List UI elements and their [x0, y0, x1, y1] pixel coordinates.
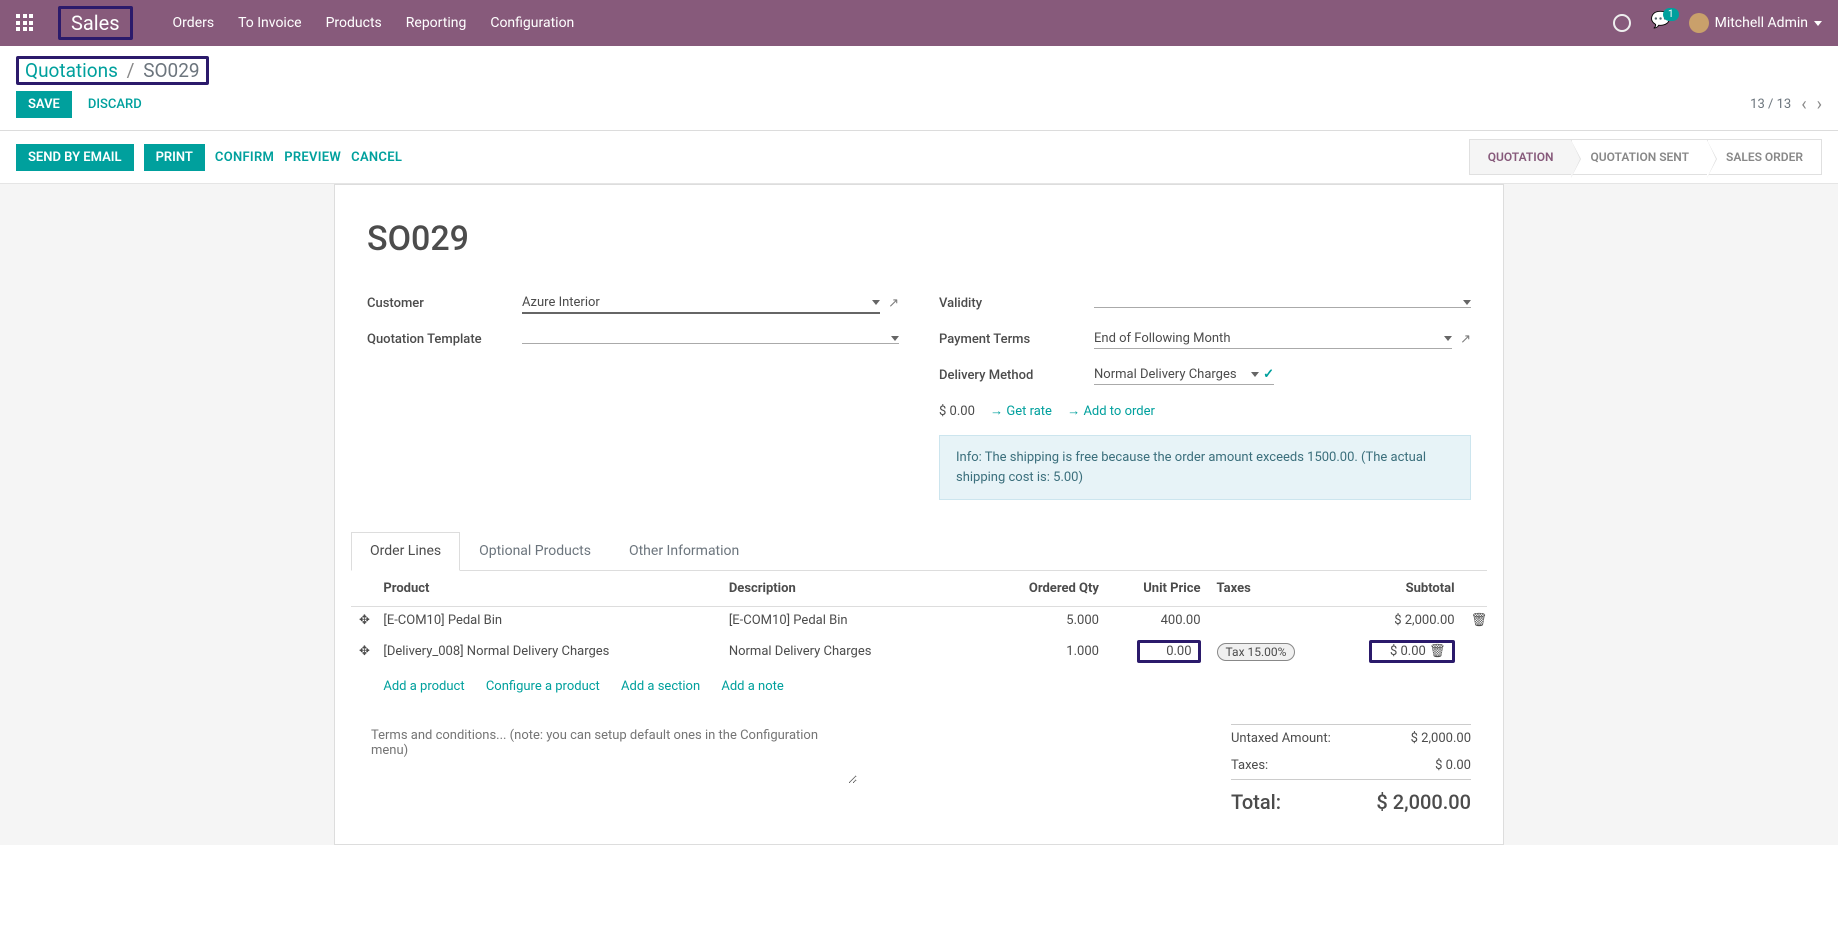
chat-badge: 1 — [1663, 8, 1679, 21]
payment-terms-label: Payment Terms — [939, 332, 1094, 347]
breadcrumb-current: SO029 — [143, 59, 199, 82]
breadcrumb-root[interactable]: Quotations — [25, 59, 118, 82]
tab-other-information[interactable]: Other Information — [610, 532, 758, 570]
tab-optional-products[interactable]: Optional Products — [460, 532, 610, 570]
clock-icon[interactable] — [1613, 14, 1631, 32]
caret-down-icon — [1814, 21, 1822, 26]
untaxed-label: Untaxed Amount: — [1231, 731, 1331, 746]
template-label: Quotation Template — [367, 332, 522, 347]
nav-reporting[interactable]: Reporting — [406, 15, 467, 31]
payment-terms-field[interactable]: End of Following Month — [1094, 329, 1452, 349]
nav-configuration[interactable]: Configuration — [490, 15, 574, 31]
dropdown-icon[interactable] — [1251, 372, 1259, 377]
confirm-button[interactable]: CONFIRM — [215, 150, 274, 165]
dropdown-icon[interactable] — [1463, 300, 1471, 305]
customer-label: Customer — [367, 296, 522, 311]
cell-tax[interactable] — [1209, 607, 1321, 635]
status-bar: QUOTATION QUOTATION SENT SALES ORDER — [1470, 139, 1822, 175]
topbar-right: 1 Mitchell Admin — [1613, 13, 1822, 33]
taxes-value: $ 0.00 — [1435, 758, 1471, 773]
cell-desc[interactable]: [E-COM10] Pedal Bin — [721, 607, 985, 635]
th-qty: Ordered Qty — [985, 571, 1107, 607]
cancel-button[interactable]: CANCEL — [351, 150, 402, 165]
total-value: $ 2,000.00 — [1376, 790, 1471, 814]
cell-desc[interactable]: Normal Delivery Charges — [721, 634, 985, 669]
user-menu[interactable]: Mitchell Admin — [1689, 13, 1822, 33]
user-name: Mitchell Admin — [1715, 15, 1808, 31]
nav-orders[interactable]: Orders — [173, 15, 215, 31]
template-field[interactable] — [522, 334, 899, 344]
delivery-rate: $ 0.00 — [939, 404, 975, 419]
pager-next-icon[interactable]: › — [1817, 94, 1822, 115]
delivery-method-label: Delivery Method — [939, 368, 1094, 383]
pager: 13 / 13 ‹ › — [1750, 94, 1822, 115]
terms-input[interactable] — [367, 724, 857, 784]
validity-field[interactable] — [1094, 298, 1471, 308]
apps-icon[interactable] — [16, 14, 34, 32]
dropdown-icon[interactable] — [891, 336, 899, 341]
avatar — [1689, 13, 1709, 33]
taxes-label: Taxes: — [1231, 758, 1268, 773]
add-to-order-link[interactable]: Add to order — [1067, 404, 1155, 419]
add-note-link[interactable]: Add a note — [721, 679, 783, 694]
nav-products[interactable]: Products — [326, 15, 382, 31]
tax-chip[interactable]: Tax 15.00% — [1217, 643, 1296, 661]
brand[interactable]: Sales — [58, 6, 133, 40]
cell-product[interactable]: [E-COM10] Pedal Bin — [375, 607, 720, 635]
print-button[interactable]: PRINT — [144, 144, 205, 171]
external-link-icon[interactable]: ↗ — [888, 296, 899, 311]
validity-label: Validity — [939, 296, 1094, 311]
discard-button[interactable]: DISCARD — [88, 97, 142, 112]
total-label: Total: — [1231, 790, 1281, 814]
status-sales-order[interactable]: SALES ORDER — [1707, 139, 1822, 175]
check-icon: ✓ — [1263, 367, 1274, 382]
delete-row-icon[interactable]: 🗑 — [1463, 607, 1487, 635]
cell-qty[interactable]: 5.000 — [985, 607, 1107, 635]
pager-text: 13 / 13 — [1750, 97, 1791, 112]
table-row[interactable]: ✥ [Delivery_008] Normal Delivery Charges… — [351, 634, 1487, 669]
shipping-info: Info: The shipping is free because the o… — [939, 435, 1471, 500]
nav-to-invoice[interactable]: To Invoice — [238, 15, 302, 31]
th-taxes: Taxes — [1209, 571, 1321, 607]
configure-product-link[interactable]: Configure a product — [486, 679, 600, 694]
pager-prev-icon[interactable]: ‹ — [1801, 94, 1806, 115]
add-section-link[interactable]: Add a section — [621, 679, 700, 694]
cell-tax[interactable]: Tax 15.00% — [1209, 634, 1321, 669]
table-row[interactable]: ✥ [E-COM10] Pedal Bin [E-COM10] Pedal Bi… — [351, 607, 1487, 635]
topbar: Sales Orders To Invoice Products Reporti… — [0, 0, 1838, 46]
th-price: Unit Price — [1107, 571, 1209, 607]
save-button[interactable]: SAVE — [16, 91, 72, 118]
delete-row-icon[interactable] — [1463, 634, 1487, 669]
th-subtotal: Subtotal — [1320, 571, 1462, 607]
breadcrumb: Quotations / SO029 — [16, 56, 209, 85]
th-product: Product — [375, 571, 720, 607]
th-description: Description — [721, 571, 985, 607]
status-quotation-sent[interactable]: QUOTATION SENT — [1571, 139, 1708, 175]
chat-icon[interactable]: 1 — [1651, 14, 1669, 32]
status-quotation[interactable]: QUOTATION — [1469, 139, 1573, 175]
cell-qty[interactable]: 1.000 — [985, 634, 1107, 669]
untaxed-value: $ 2,000.00 — [1411, 731, 1471, 746]
cell-subtotal: $ 2,000.00 — [1320, 607, 1462, 635]
delivery-method-field[interactable]: Normal Delivery Charges✓ — [1094, 365, 1274, 385]
add-product-link[interactable]: Add a product — [383, 679, 464, 694]
drag-handle-icon[interactable]: ✥ — [351, 634, 375, 669]
cell-product[interactable]: [Delivery_008] Normal Delivery Charges — [375, 634, 720, 669]
drag-handle-icon[interactable]: ✥ — [351, 607, 375, 635]
nav-menu: Orders To Invoice Products Reporting Con… — [173, 15, 1613, 31]
get-rate-link[interactable]: Get rate — [990, 404, 1052, 419]
dropdown-icon[interactable] — [1444, 336, 1452, 341]
cell-price[interactable]: 400.00 — [1107, 607, 1209, 635]
preview-button[interactable]: PREVIEW — [284, 150, 341, 165]
customer-field[interactable]: Azure Interior — [522, 293, 880, 314]
cell-price[interactable]: 0.00 — [1107, 634, 1209, 669]
page-title: SO029 — [367, 219, 1471, 259]
tab-order-lines[interactable]: Order Lines — [351, 532, 460, 571]
cell-subtotal: $ 0.00 🗑 — [1320, 634, 1462, 669]
external-link-icon[interactable]: ↗ — [1460, 332, 1471, 347]
dropdown-icon[interactable] — [872, 300, 880, 305]
send-email-button[interactable]: SEND BY EMAIL — [16, 144, 134, 171]
